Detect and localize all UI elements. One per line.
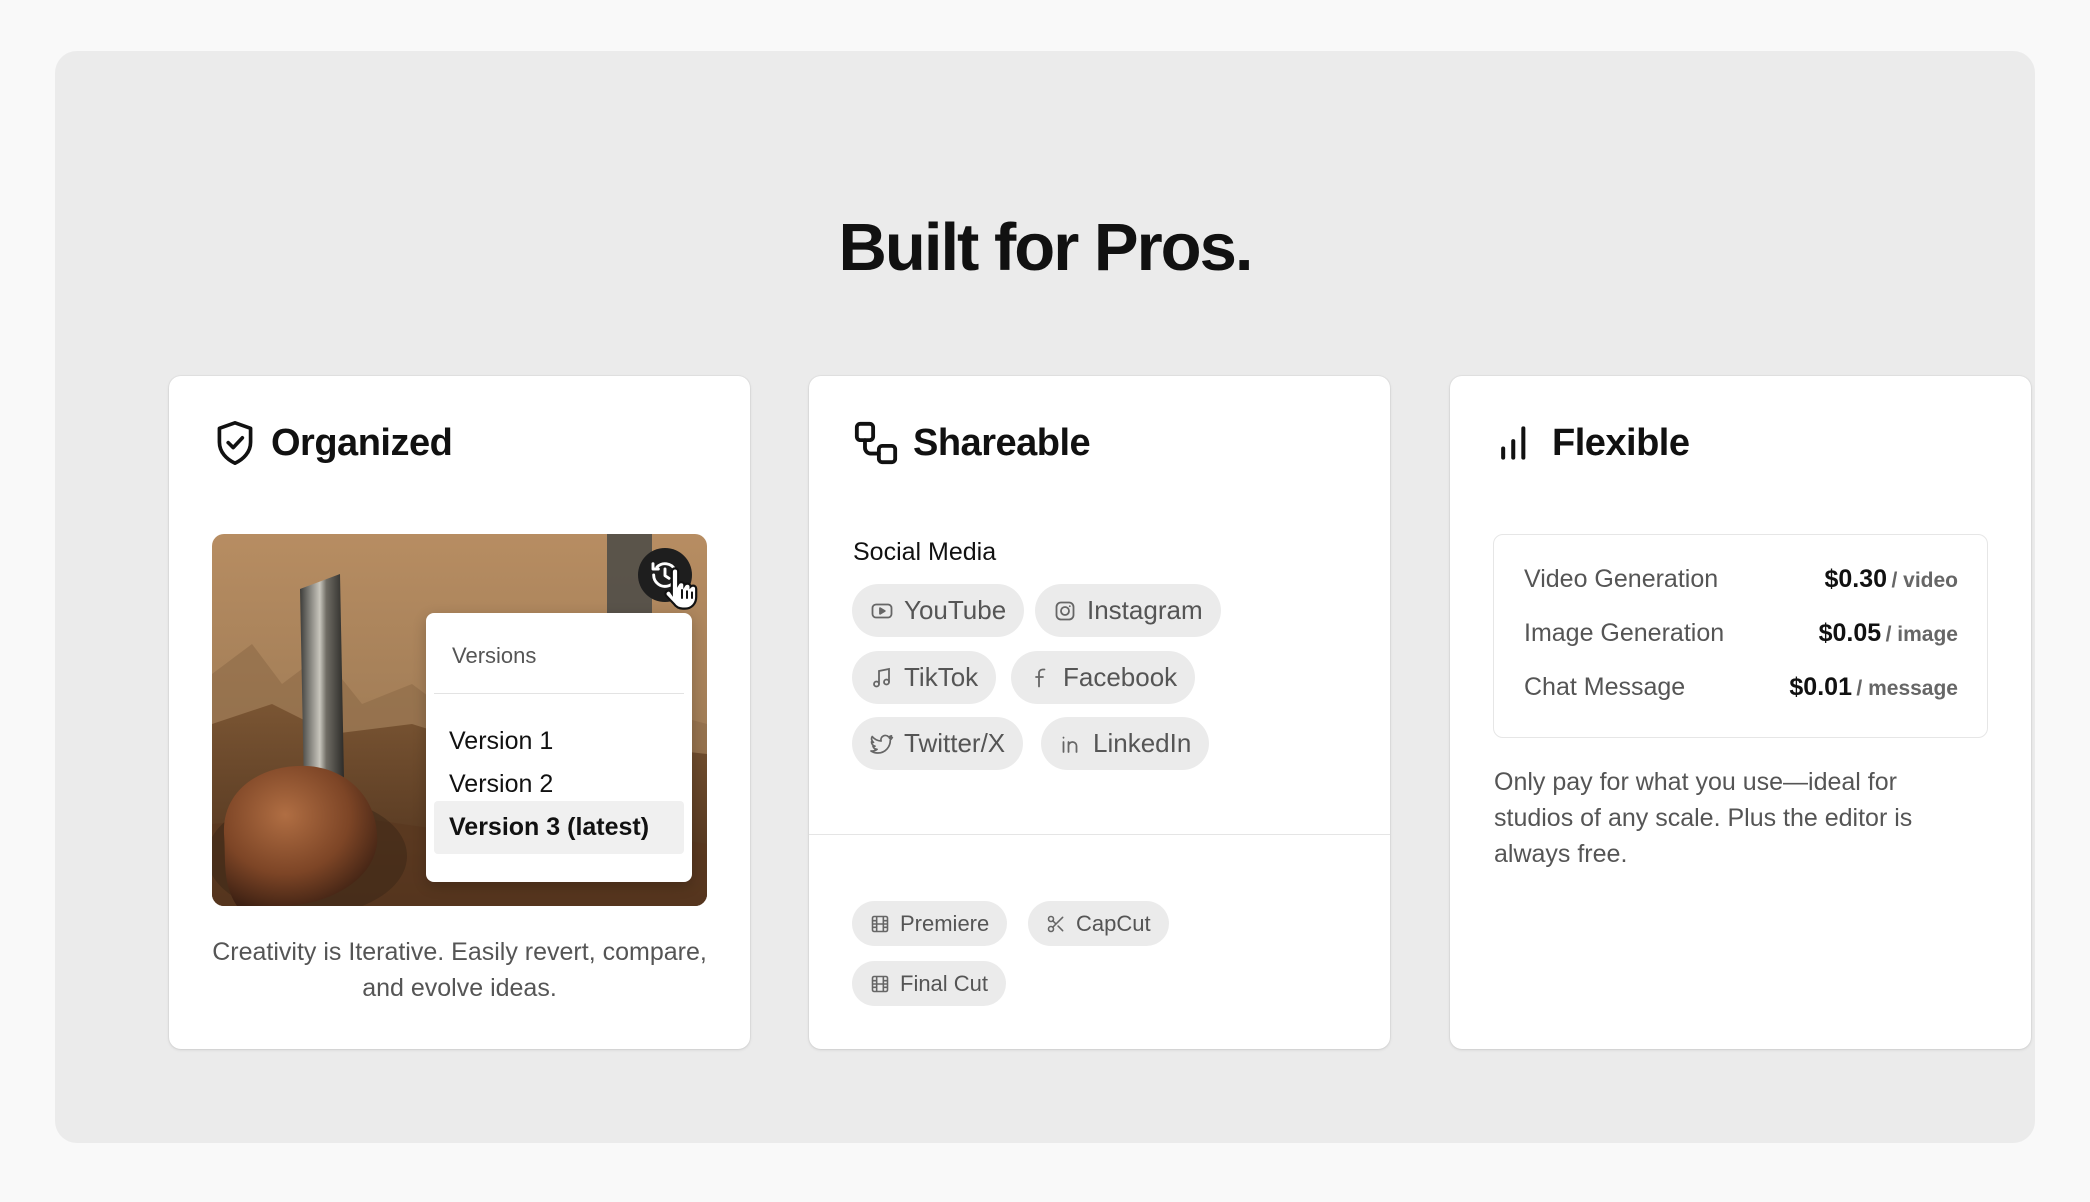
chip-label: YouTube	[904, 595, 1007, 625]
pricing-table: Video Generation $0.30 / video Image Gen…	[1493, 534, 1988, 738]
chip-final-cut[interactable]: Final Cut	[852, 961, 1007, 1006]
tiktok-icon	[873, 667, 890, 687]
chip-capcut[interactable]: CapCut	[1028, 901, 1169, 946]
chip-label: LinkedIn	[1093, 728, 1192, 758]
share-nodes-icon	[854, 421, 898, 465]
chip-twitter[interactable]: Twitter/X	[852, 717, 1024, 770]
card-header: Flexible	[1494, 418, 1690, 468]
card-header: Shareable	[853, 418, 1091, 468]
card-flexible: Flexible Video Generation $0.30 / video …	[1450, 376, 2031, 1049]
section-divider	[809, 834, 1390, 835]
price-row: Chat Message $0.01 / message	[1524, 669, 1958, 705]
youtube-icon	[871, 603, 893, 618]
social-media-label: Social Media	[853, 538, 997, 566]
card-title: Flexible	[1552, 421, 1690, 464]
film-icon	[871, 975, 889, 992]
price-name: Chat Message	[1524, 672, 1686, 701]
card-title: Organized	[271, 421, 453, 464]
chip-instagram[interactable]: Instagram	[1035, 584, 1221, 637]
price-amount: $0.01 / message	[1789, 672, 1958, 701]
twitter-icon	[870, 734, 894, 754]
price-row: Video Generation $0.30 / video	[1524, 561, 1958, 597]
artwork-preview: Versions Version 1 Version 2 Version 3 (…	[212, 534, 707, 906]
chip-youtube[interactable]: YouTube	[852, 584, 1025, 637]
chip-label: Facebook	[1063, 662, 1178, 692]
chip-linkedin[interactable]: LinkedIn	[1041, 717, 1210, 770]
linkedin-icon	[1062, 736, 1078, 753]
chip-label: Twitter/X	[904, 728, 1006, 758]
card-shareable: Shareable Social Media YouTube Instagram…	[809, 376, 1390, 1049]
bar-chart-icon	[1501, 426, 1526, 460]
film-icon	[871, 915, 889, 932]
card-description: Creativity is Iterative. Easily revert, …	[212, 938, 707, 1002]
chip-label: Final Cut	[900, 970, 989, 996]
chip-tiktok[interactable]: TikTok	[852, 651, 997, 704]
price-amount: $0.30 / video	[1824, 564, 1958, 593]
versions-menu-label: Versions	[452, 643, 537, 668]
chip-label: Premiere	[900, 910, 990, 936]
price-amount: $0.05 / image	[1818, 618, 1958, 647]
chip-label: CapCut	[1076, 910, 1151, 936]
shield-check-icon	[217, 421, 253, 465]
chip-label: Instagram	[1087, 595, 1203, 625]
card-title: Shareable	[913, 421, 1091, 464]
menu-item-version-3[interactable]: Version 3 (latest)	[434, 801, 684, 854]
price-row: Image Generation $0.05 / image	[1524, 615, 1958, 651]
chip-facebook[interactable]: Facebook	[1011, 651, 1196, 704]
hand-cursor-icon	[664, 567, 698, 610]
scissors-icon	[1047, 915, 1064, 932]
menu-divider	[434, 693, 684, 694]
page-title: Built for Pros.	[838, 210, 1254, 285]
card-header: Organized	[213, 418, 453, 468]
price-name: Image Generation	[1524, 618, 1725, 647]
instagram-icon	[1055, 601, 1075, 620]
facebook-icon	[1035, 668, 1046, 687]
card-organized: Organized Versions Version 1 Version 2 V…	[169, 376, 750, 1049]
features-panel: Built for Pros. Organized Versions Versi…	[55, 51, 2035, 1143]
price-name: Video Generation	[1524, 564, 1719, 593]
chip-label: TikTok	[904, 662, 979, 692]
card-description: Only pay for what you use—ideal for stud…	[1494, 768, 1913, 868]
chip-premiere[interactable]: Premiere	[852, 901, 1008, 946]
versions-dropdown: Versions Version 1 Version 2 Version 3 (…	[426, 613, 692, 882]
